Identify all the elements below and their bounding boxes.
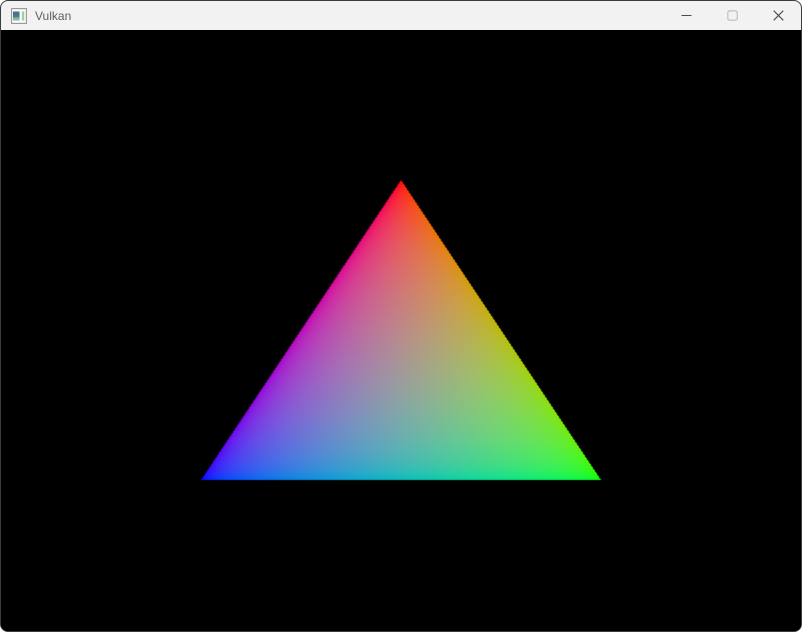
maximize-button bbox=[709, 1, 755, 30]
minimize-button[interactable] bbox=[663, 1, 709, 30]
titlebar[interactable]: Vulkan bbox=[1, 1, 801, 30]
window-title: Vulkan bbox=[35, 8, 72, 23]
caption-controls bbox=[663, 1, 801, 30]
vulkan-window: Vulkan bbox=[0, 0, 802, 632]
maximize-icon bbox=[726, 10, 738, 21]
minimize-icon bbox=[681, 14, 691, 17]
app-icon bbox=[11, 7, 27, 24]
vulkan-canvas bbox=[1, 30, 801, 631]
close-icon bbox=[772, 10, 784, 21]
close-button[interactable] bbox=[755, 1, 801, 30]
render-viewport bbox=[1, 30, 801, 631]
